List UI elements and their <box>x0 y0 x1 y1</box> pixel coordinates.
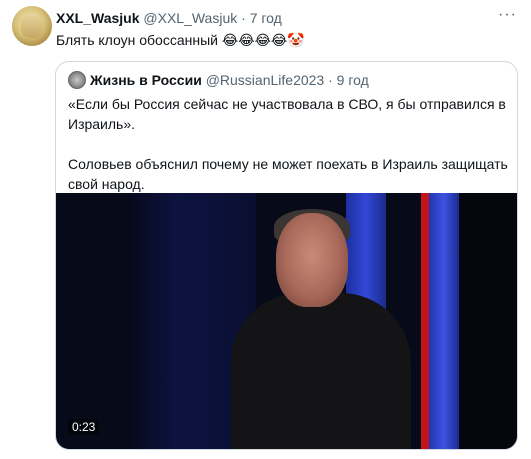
tweet-header: XXL_Wasjuk @XXL_Wasjuk · 7 год <box>56 9 282 27</box>
video-person <box>276 213 348 307</box>
video-person <box>231 293 411 449</box>
tweet[interactable]: XXL_Wasjuk @XXL_Wasjuk · 7 год ··· Блять… <box>0 0 531 459</box>
video-background <box>459 193 517 449</box>
quoted-time: · 9 год <box>328 72 369 88</box>
video-background <box>429 193 459 449</box>
quoted-tweet[interactable]: Жизнь в России @RussianLife2023 · 9 год … <box>55 61 518 450</box>
quoted-avatar[interactable] <box>68 71 86 89</box>
more-options-icon[interactable]: ··· <box>498 6 517 24</box>
quoted-author-handle: @RussianLife2023 <box>205 72 325 88</box>
quoted-paragraph: Соловьев объяснил почему не может поехат… <box>68 156 508 192</box>
tweet-time[interactable]: · 7 год <box>241 10 282 26</box>
avatar[interactable] <box>12 6 52 46</box>
author-name[interactable]: XXL_Wasjuk <box>56 10 140 26</box>
video-player[interactable]: 0:23 <box>56 193 517 449</box>
video-duration: 0:23 <box>68 419 100 435</box>
quoted-header: Жизнь в России @RussianLife2023 · 9 год <box>90 71 369 89</box>
quoted-author-name: Жизнь в России <box>90 72 202 88</box>
video-background <box>421 193 429 449</box>
author-handle[interactable]: @XXL_Wasjuk <box>143 10 237 26</box>
quoted-paragraph: «Если бы Россия сейчас не участвовала в … <box>68 96 506 132</box>
tweet-text: Блять клоун обоссанный 😂😂😂😂🤡 <box>56 32 305 48</box>
